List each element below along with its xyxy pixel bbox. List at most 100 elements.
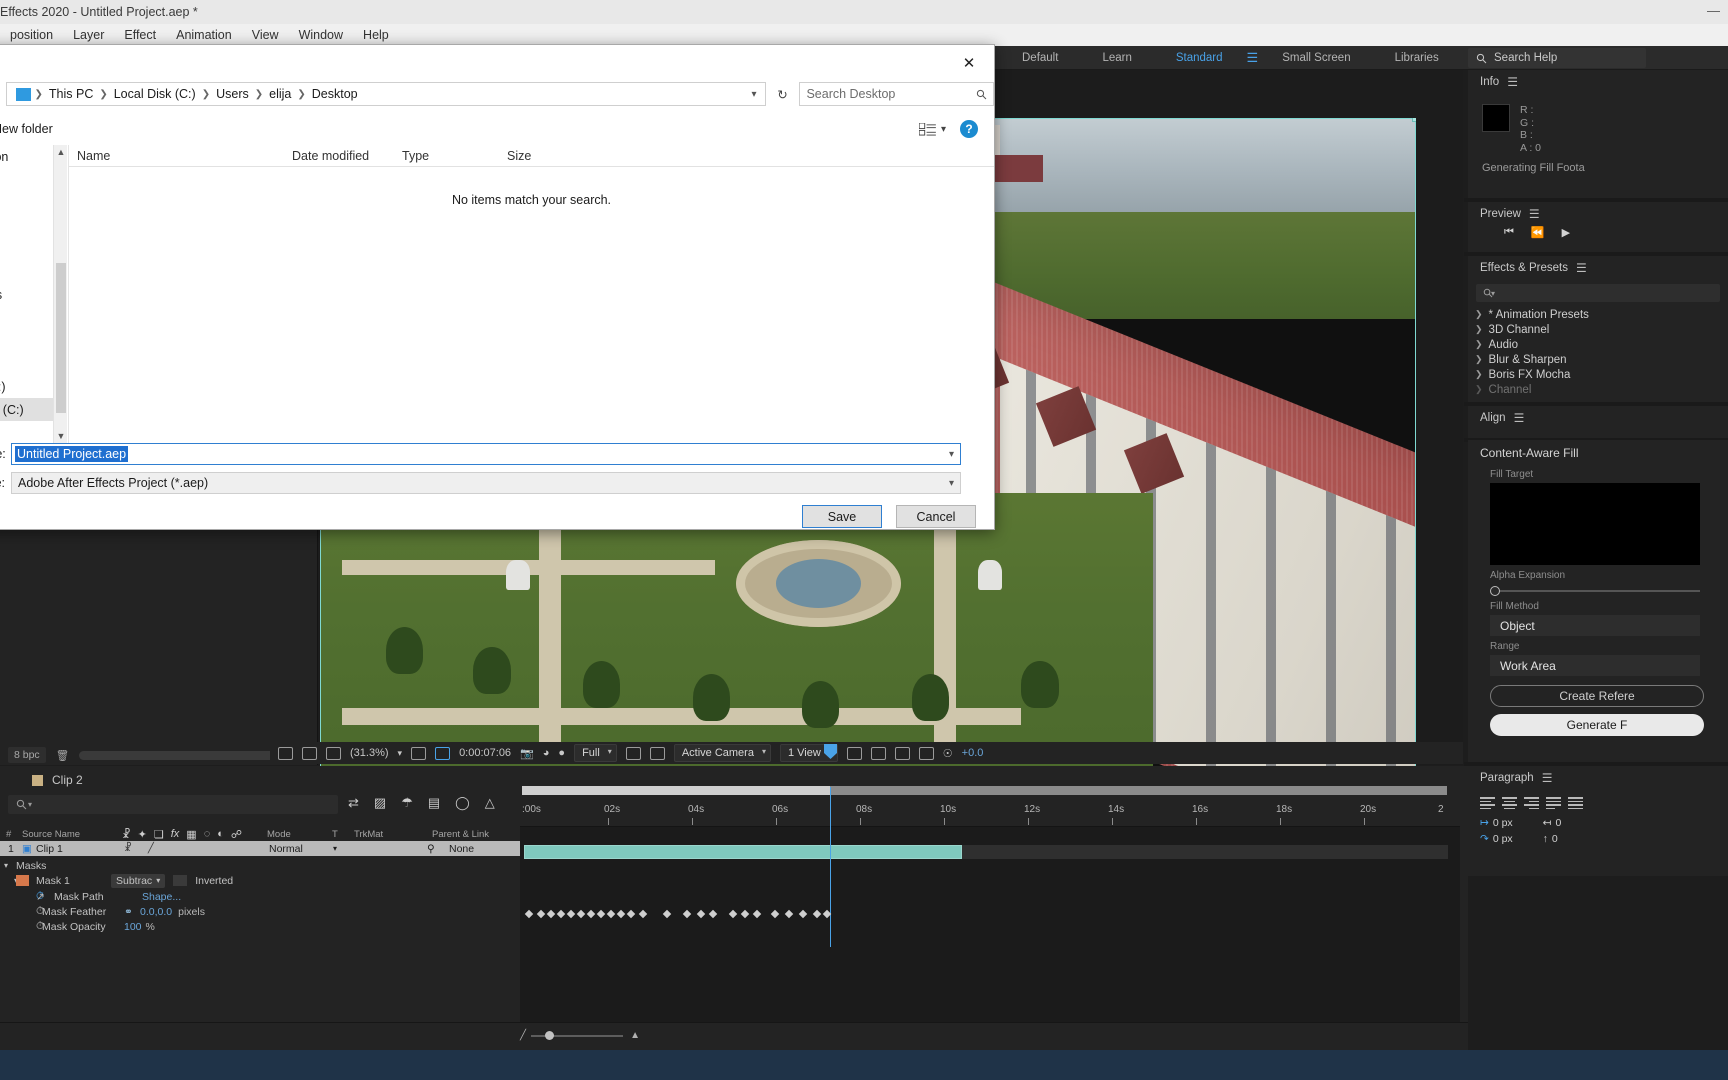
layer-duration-bar[interactable] <box>524 845 962 859</box>
paragraph-indent-row-1[interactable]: ↦ 0 px ↤ 0 <box>1468 817 1728 829</box>
menu-item-layer[interactable]: Layer <box>63 28 114 42</box>
comp-flowchart-icon[interactable] <box>918 746 934 760</box>
chevron-down-icon[interactable]: ▾ <box>941 124 946 135</box>
filetype-select[interactable]: Adobe After Effects Project (*.aep) ▾ <box>11 472 961 494</box>
dialog-close-button[interactable]: ✕ <box>954 51 984 75</box>
breadcrumb-elija[interactable]: elija <box>264 87 296 101</box>
search-chevron-down-icon[interactable]: ▾ <box>28 800 32 809</box>
effects-item-audio[interactable]: ❯ Audio <box>1468 337 1728 352</box>
shy-switch[interactable]: ☧ <box>124 843 132 854</box>
breadcrumb-desktop[interactable]: Desktop <box>307 87 363 101</box>
menu-item-effect[interactable]: Effect <box>114 28 166 42</box>
mask-inverted-checkbox[interactable] <box>173 875 188 886</box>
play-button[interactable]: ▶ <box>1562 226 1570 239</box>
justify-all-icon[interactable] <box>1568 797 1583 809</box>
timeline-toolbar[interactable]: ⇄ ▨ ☂ ▤ ◯ △ <box>348 795 495 811</box>
space-before-value[interactable]: 0 <box>1552 833 1558 845</box>
layer-blend-mode[interactable]: Normal <box>269 843 333 855</box>
adjustment-layer-icon[interactable]: ◐ <box>217 828 224 841</box>
stopwatch-icon[interactable]: ⏱ <box>0 890 44 903</box>
workspace-menu-icon[interactable]: ☰ <box>1245 50 1261 66</box>
preview-panel-menu-icon[interactable]: ☰ <box>1529 207 1540 221</box>
timeline-comp-tab[interactable]: Clip 2 <box>0 766 83 794</box>
filename-chevron-down-icon[interactable]: ▾ <box>949 449 954 460</box>
sidebar-item-1[interactable]: r <box>0 168 53 191</box>
timeline-icon[interactable] <box>894 746 910 760</box>
motion-blur-icon[interactable]: ◌ <box>204 828 211 841</box>
menu-item-window[interactable]: Window <box>289 28 353 42</box>
parent-pick-whip-icon[interactable]: ⚲ <box>427 843 449 855</box>
effects-item-boris-fx-mocha[interactable]: ❯ Boris FX Mocha <box>1468 367 1728 382</box>
breadcrumb[interactable]: ❯ This PC ❯ Local Disk (C:) ❯ Users ❯ el… <box>5 82 766 106</box>
justify-last-left-icon[interactable] <box>1546 797 1561 809</box>
mask-color-swatch[interactable] <box>16 875 29 886</box>
sidebar-scrollbar[interactable]: ▲ ▼ <box>53 145 67 443</box>
timeline-graph-area[interactable] <box>520 787 1460 1022</box>
menu-item-composition[interactable]: position <box>0 28 63 42</box>
first-frame-button[interactable]: ⏮ <box>1504 226 1514 239</box>
transparency-toggle-icon[interactable] <box>649 746 665 760</box>
tab-standard[interactable]: Standard <box>1154 46 1245 70</box>
sidebar-item-6[interactable]: oads <box>0 283 53 306</box>
quality-icon[interactable]: ❏ <box>154 828 164 841</box>
menu-item-view[interactable]: View <box>242 28 289 42</box>
change-view-button[interactable]: ▾ <box>918 122 946 136</box>
align-center-icon[interactable] <box>1502 797 1517 809</box>
stopwatch-icon[interactable]: ⏱ <box>0 920 44 933</box>
align-left-icon[interactable] <box>1480 797 1495 809</box>
stopwatch-icon[interactable]: ⏱ <box>0 905 44 918</box>
mask-row[interactable]: ▾ Mask 1 Subtrac ▾ Inverted <box>0 873 520 888</box>
sidebar-item-9[interactable] <box>0 352 53 375</box>
bit-depth-label[interactable]: 8 bpc <box>8 747 46 763</box>
table-row[interactable]: 1 ▣ Clip 1 ☧ ╱ Normal ▾ ⚲ None <box>0 841 520 856</box>
composition-mini-flowchart-icon[interactable]: ⇄ <box>348 795 359 811</box>
mask-path-row[interactable]: ⏱ ↗ Mask Path Shape... <box>0 889 520 904</box>
zoom-out-icon[interactable]: ╱ <box>520 1030 526 1041</box>
align-right-icon[interactable] <box>1524 797 1539 809</box>
workspace-tabs[interactable]: Default Learn Standard ☰ Small Screen Li… <box>1000 46 1532 70</box>
frame-blend-icon[interactable]: ▦ <box>186 828 196 841</box>
tab-libraries[interactable]: Libraries <box>1373 46 1461 70</box>
link-icon[interactable]: ⚭ <box>124 906 140 918</box>
mask-mode-select[interactable]: Subtrac ▾ <box>111 873 166 888</box>
scroll-down-icon[interactable]: ▼ <box>54 429 68 443</box>
fast-previews-icon[interactable] <box>870 746 886 760</box>
search-chevron-down-icon[interactable]: ▾ <box>1491 289 1495 298</box>
mask-path-value[interactable]: Shape... <box>142 891 181 903</box>
exposure-reset-icon[interactable]: ☉ <box>943 747 953 760</box>
cancel-button[interactable]: Cancel <box>896 505 976 528</box>
effects-item-blur-sharpen[interactable]: ❯ Blur & Sharpen <box>1468 352 1728 367</box>
sidebar-item-5[interactable]: ents <box>0 260 53 283</box>
effects-item-channel[interactable]: ❯ Channel <box>1468 382 1728 397</box>
range-select[interactable]: Work Area <box>1490 655 1700 676</box>
column-date-modified[interactable]: Date modified <box>284 149 394 163</box>
scroll-up-icon[interactable]: ▲ <box>54 145 68 159</box>
breadcrumb-chevron-down-icon[interactable]: ▾ <box>751 89 764 100</box>
sidebar-item-7[interactable] <box>0 306 53 329</box>
motion-blur-icon[interactable]: ◯ <box>455 795 470 811</box>
mask-name[interactable]: Mask 1 <box>36 875 111 887</box>
filename-input[interactable]: Untitled Project.aep ▾ <box>11 443 961 465</box>
paragraph-align-buttons[interactable] <box>1468 790 1728 809</box>
region-of-interest-icon[interactable] <box>411 746 427 760</box>
current-timecode[interactable]: 0:00:07:06 <box>459 747 511 759</box>
column-name[interactable]: Name <box>69 149 284 163</box>
zoom-in-icon[interactable]: ▲ <box>630 1030 640 1041</box>
effects-icon[interactable]: fx <box>171 828 180 841</box>
delete-icon[interactable]: 🗑 <box>56 749 69 762</box>
file-list[interactable]: Name Date modified Type Size No items ma… <box>68 145 994 443</box>
search-input[interactable]: Search Desktop <box>799 82 994 106</box>
mask-feather-row[interactable]: ⏱ Mask Feather ⚭ 0.0,0.0 pixels <box>0 904 520 919</box>
sidebar-item-0[interactable]: fusion <box>0 145 53 168</box>
breadcrumb-this-pc[interactable]: This PC <box>44 87 98 101</box>
fill-target-thumbnail[interactable] <box>1490 483 1700 565</box>
toggle-transparency-grid-icon[interactable] <box>278 746 293 760</box>
sidebar-item-8[interactable]: s <box>0 329 53 352</box>
tab-small-screen[interactable]: Small Screen <box>1260 46 1372 70</box>
new-folder-button[interactable]: New folder <box>0 122 53 136</box>
effects-panel-menu-icon[interactable]: ☰ <box>1576 261 1587 275</box>
generate-fill-layer-button[interactable]: Generate F <box>1490 714 1704 736</box>
region-interest-toggle-icon[interactable] <box>625 746 641 760</box>
layer-name[interactable]: Clip 1 <box>36 843 124 855</box>
paragraph-panel-menu-icon[interactable]: ☰ <box>1542 771 1553 785</box>
